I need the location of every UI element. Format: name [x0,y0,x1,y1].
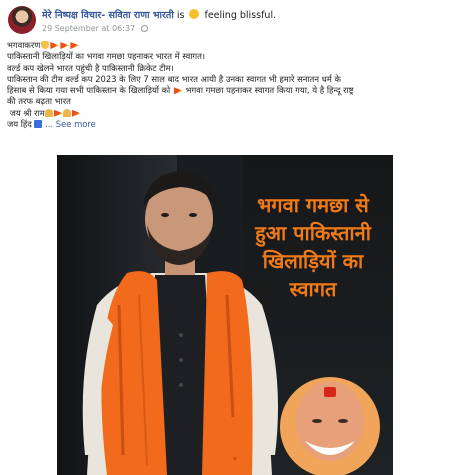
headline-line-4: स्वागत [289,277,337,301]
pointing-hand-icon [41,41,50,49]
timestamp-line: 29 September at 06:37 [42,24,452,33]
timestamp[interactable]: 29 September at 06:37 [42,24,135,33]
feeling-text: feeling blissful. [204,10,277,21]
flag-india-icon [34,120,43,129]
post-line-7: जय श्री राम [7,108,447,119]
author-line: मेरे निष्पक्ष विचार- सविता राणा भारती is… [42,8,452,21]
post-image[interactable]: भगवा गमछा से हुआ पाकिस्तानी खिलाड़ियों क… [57,155,393,475]
post-header: मेरे निष्पक्ष विचार- सविता राणा भारती is… [8,6,456,36]
post-line-1-text: भगवाकरण [7,40,41,50]
saffron-flag-icon [71,109,81,117]
saffron-flag-icon [173,87,183,95]
post-line-5b-text: भगवा गमछा पहनाकर स्वागत किया गया, ये है … [185,85,354,96]
post-line-6: की तरफ बढ़ता भारत [7,96,71,107]
saffron-flag-icon [70,42,80,49]
saffron-flag-icon [60,42,70,49]
post-line-5: हिसाब से किया गया सभी पाकिस्तान के खिलाड… [7,85,447,96]
headline-overlay: भगवा गमछा से हुआ पाकिस्तानी खिलाड़ियों क… [233,191,393,303]
post-text: भगवाकरण पाकिस्तानी खिलाड़ियों का भगवा गम… [7,40,447,130]
smile-emoji-icon [189,9,200,19]
avatar[interactable] [8,6,36,34]
post-card: मेरे निष्पक्ष विचार- सविता राणा भारती is… [0,0,456,475]
author-name[interactable]: मेरे निष्पक्ष विचार- सविता राणा भारती [42,10,174,21]
post-line-4: पाकिस्तान की टीम वर्ल्ड कप 2023 के लिए 7… [7,73,341,84]
feeling-prefix: is [176,10,185,21]
politician-inset-photo [280,377,380,475]
post-line-7-text: जय श्री राम [9,107,45,118]
folded-hands-icon [62,108,71,117]
post-line-1: भगवाकरण [7,40,447,51]
post-meta: मेरे निष्पक्ष विचार- सविता राणा भारती is… [42,8,452,33]
folded-hands-icon [44,108,53,117]
headline-line-2: हुआ पाकिस्तानी [255,221,371,245]
saffron-flag-icon [53,109,63,117]
post-line-8: जय हिंद ... See more [7,119,447,130]
headline-line-1: भगवा गमछा से [257,193,369,217]
saffron-flag-icon [50,42,60,49]
globe-icon [140,25,148,32]
post-line-5a-text: हिसाब से किया गया सभी पाकिस्तान के खिलाड… [7,85,171,96]
headline-line-3: खिलाड़ियों का [262,249,364,273]
see-more-link[interactable]: ... See more [45,119,96,129]
post-line-8-text: जय हिंद [7,119,32,130]
post-line-2: पाकिस्तानी खिलाड़ियों का भगवा गमछा पहनाक… [7,51,206,62]
post-line-3: वर्ल्ड कप खेलने भारत पहुंची है पाकिस्तान… [7,62,174,73]
